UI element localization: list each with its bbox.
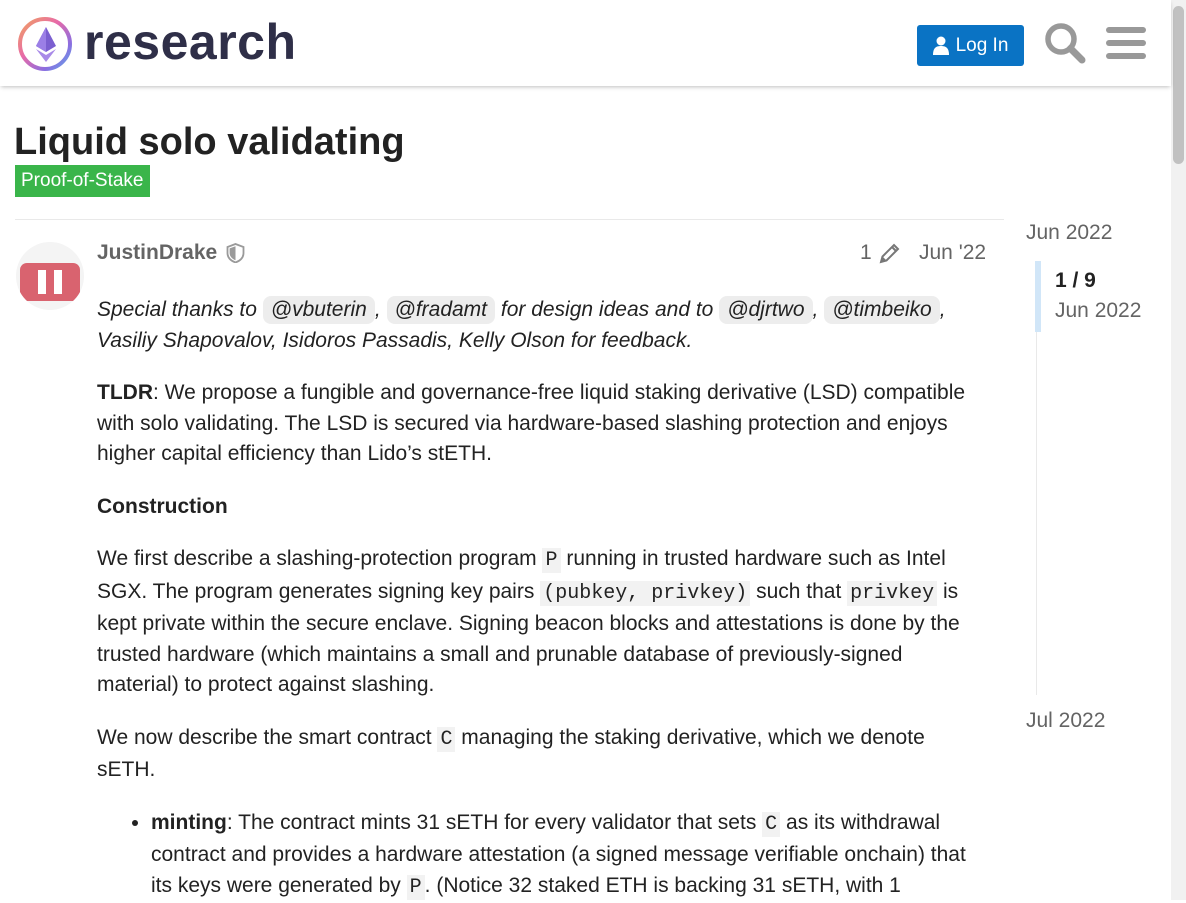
thanks-middle: for design ideas and to — [501, 298, 713, 321]
inline-code: P — [407, 875, 425, 900]
timeline-current-date: Jun 2022 — [1055, 298, 1141, 324]
category-badge[interactable]: Proof-of-Stake — [15, 165, 150, 197]
list-item-label: minting — [151, 811, 227, 834]
list-item-text: : The contract mints 31 sETH for every v… — [227, 811, 757, 834]
topic-title[interactable]: Liquid solo validating — [14, 118, 405, 166]
inline-code: C — [437, 727, 455, 752]
inline-code: P — [542, 548, 560, 573]
edit-count: 1 — [860, 240, 872, 266]
tldr-paragraph: TLDR: We propose a fungible and governan… — [97, 378, 987, 470]
inline-code: privkey — [847, 581, 937, 606]
timeline-start-date[interactable]: Jun 2022 — [1026, 220, 1112, 246]
pencil-icon — [878, 241, 902, 265]
author-avatar[interactable] — [16, 242, 84, 310]
list-item-minting: minting: The contract mints 31 sETH for … — [151, 808, 987, 903]
thanks-paragraph: Special thanks to @vbuterin, @fradamt fo… — [97, 295, 987, 356]
paragraph-text: We first describe a slashing-protection … — [97, 547, 537, 570]
hamburger-menu-icon[interactable] — [1106, 24, 1146, 62]
list-item-text: . (Notice 32 staked ETH is backing 31 sE… — [425, 874, 901, 897]
timeline-handle[interactable] — [1035, 261, 1041, 332]
post-author[interactable]: JustinDrake — [97, 240, 217, 266]
shield-icon — [226, 243, 245, 263]
site-name[interactable]: research — [84, 13, 297, 71]
site-header: research Log In — [0, 0, 1171, 86]
user-icon — [933, 36, 949, 55]
tldr-text: : We propose a fungible and governance-f… — [97, 381, 965, 465]
timeline-end-date[interactable]: Jul 2022 — [1026, 708, 1105, 734]
post-date[interactable]: Jun '22 — [919, 240, 986, 266]
paragraph-text: such that — [756, 580, 841, 603]
mention-timbeiko[interactable]: @timbeiko — [824, 296, 940, 324]
edit-history-button[interactable]: 1 — [860, 240, 902, 266]
title-divider — [15, 219, 1004, 220]
thanks-separator: , — [813, 298, 819, 321]
program-paragraph: We first describe a slashing-protection … — [97, 544, 987, 701]
avatar-image — [16, 242, 84, 310]
contract-paragraph: We now describe the smart contract C man… — [97, 723, 987, 786]
mention-vbuterin[interactable]: @vbuterin — [263, 296, 375, 324]
post-body: Special thanks to @vbuterin, @fradamt fo… — [97, 295, 987, 903]
thanks-separator: , — [375, 298, 381, 321]
mention-djrtwo[interactable]: @djrtwo — [719, 296, 812, 324]
inline-code: C — [762, 812, 780, 837]
construction-heading-text: Construction — [97, 495, 228, 518]
site-logo[interactable] — [16, 15, 74, 73]
mention-fradamt[interactable]: @fradamt — [387, 296, 496, 324]
thanks-prefix: Special thanks to — [97, 298, 257, 321]
login-button[interactable]: Log In — [917, 25, 1024, 66]
inline-code: (pubkey, privkey) — [540, 581, 750, 606]
search-icon[interactable] — [1044, 22, 1086, 64]
scrollbar-thumb[interactable] — [1173, 6, 1184, 164]
construction-heading: Construction — [97, 492, 987, 523]
tldr-label: TLDR — [97, 381, 153, 404]
mechanism-list: minting: The contract mints 31 sETH for … — [97, 808, 987, 903]
timeline-position: 1 / 9 — [1055, 268, 1096, 294]
login-label: Log In — [956, 35, 1009, 57]
paragraph-text: We now describe the smart contract — [97, 726, 432, 749]
